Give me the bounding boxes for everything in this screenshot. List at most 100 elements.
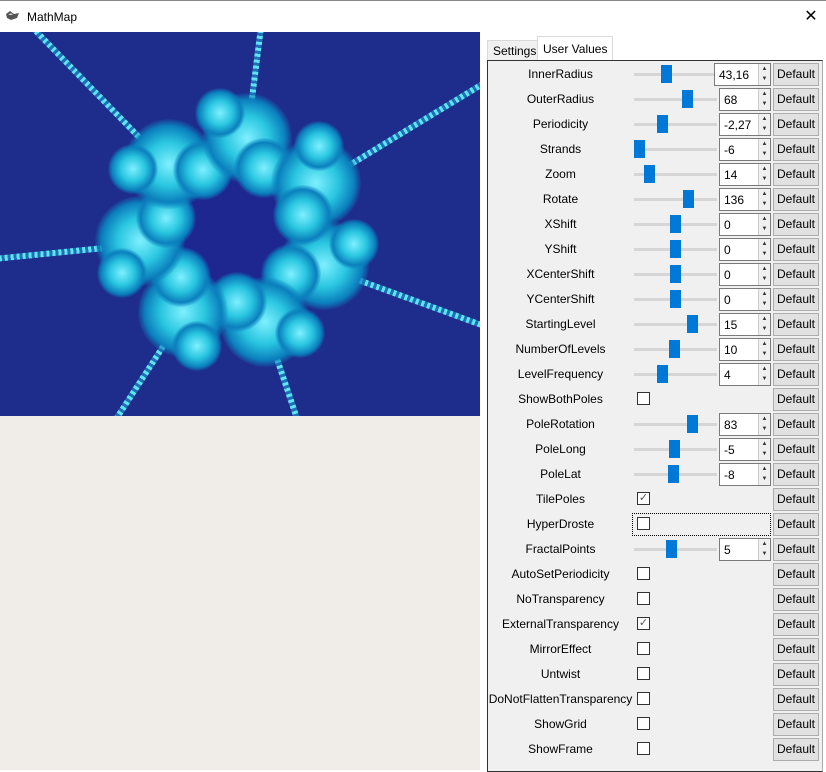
param-spinner[interactable]: 14 ▲ ▼: [719, 163, 771, 186]
default-button[interactable]: Default: [773, 138, 819, 161]
param-spinner[interactable]: 68 ▲ ▼: [719, 88, 771, 111]
spinner-arrows-icon[interactable]: ▲ ▼: [758, 214, 770, 235]
param-slider[interactable]: [634, 90, 717, 108]
param-slider[interactable]: [634, 315, 717, 333]
default-button[interactable]: Default: [773, 288, 819, 311]
spinner-value[interactable]: 0: [724, 218, 731, 232]
param-checkbox[interactable]: [637, 717, 650, 730]
spinner-value[interactable]: 136: [724, 193, 744, 207]
default-button[interactable]: Default: [773, 338, 819, 361]
param-checkbox[interactable]: [637, 592, 650, 605]
tab-settings[interactable]: Settings: [487, 40, 543, 62]
default-button[interactable]: Default: [773, 413, 819, 436]
default-button[interactable]: Default: [773, 738, 819, 761]
spinner-value[interactable]: 0: [724, 293, 731, 307]
slider-thumb[interactable]: [670, 290, 681, 308]
default-button[interactable]: Default: [773, 163, 819, 186]
spinner-arrows-icon[interactable]: ▲ ▼: [758, 464, 770, 485]
spinner-arrows-icon[interactable]: ▲ ▼: [758, 439, 770, 460]
spinner-value[interactable]: 5: [724, 543, 731, 557]
spinner-value[interactable]: 68: [724, 93, 737, 107]
param-slider[interactable]: [634, 65, 717, 83]
spinner-arrows-icon[interactable]: ▲ ▼: [758, 114, 770, 135]
spinner-value[interactable]: 43,16: [719, 68, 749, 82]
param-spinner[interactable]: 4 ▲ ▼: [719, 363, 771, 386]
default-button[interactable]: Default: [773, 263, 819, 286]
param-spinner[interactable]: 83 ▲ ▼: [719, 413, 771, 436]
spinner-value[interactable]: 4: [724, 368, 731, 382]
param-slider[interactable]: [634, 290, 717, 308]
param-slider[interactable]: [634, 140, 717, 158]
spinner-value[interactable]: -5: [724, 443, 735, 457]
default-button[interactable]: Default: [773, 663, 819, 686]
close-button[interactable]: ✕: [796, 1, 826, 33]
default-button[interactable]: Default: [773, 363, 819, 386]
slider-thumb[interactable]: [670, 265, 681, 283]
slider-thumb[interactable]: [657, 115, 669, 133]
spinner-value[interactable]: -2,27: [724, 118, 751, 132]
param-spinner[interactable]: 0 ▲ ▼: [719, 263, 771, 286]
param-spinner[interactable]: 0 ▲ ▼: [719, 238, 771, 261]
param-slider[interactable]: [634, 215, 717, 233]
default-button[interactable]: Default: [773, 238, 819, 261]
spinner-value[interactable]: 14: [724, 168, 737, 182]
param-checkbox[interactable]: [637, 667, 650, 680]
param-spinner[interactable]: 43,16 ▲ ▼: [714, 63, 771, 86]
spinner-value[interactable]: -6: [724, 143, 735, 157]
slider-thumb[interactable]: [670, 215, 681, 233]
slider-thumb[interactable]: [686, 315, 698, 333]
default-button[interactable]: Default: [773, 313, 819, 336]
spinner-value[interactable]: 83: [724, 418, 737, 432]
tab-user-values[interactable]: User Values: [537, 36, 614, 61]
spinner-arrows-icon[interactable]: ▲ ▼: [758, 539, 770, 560]
spinner-value[interactable]: 0: [724, 268, 731, 282]
param-checkbox[interactable]: ✓: [637, 492, 650, 505]
spinner-value[interactable]: 15: [724, 318, 737, 332]
default-button[interactable]: Default: [773, 563, 819, 586]
param-slider[interactable]: [634, 365, 717, 383]
spinner-value[interactable]: -8: [724, 468, 735, 482]
spinner-arrows-icon[interactable]: ▲ ▼: [758, 64, 770, 85]
slider-thumb[interactable]: [666, 540, 678, 558]
slider-thumb[interactable]: [644, 165, 656, 183]
param-slider[interactable]: [634, 340, 717, 358]
default-button[interactable]: Default: [773, 613, 819, 636]
default-button[interactable]: Default: [773, 188, 819, 211]
param-slider[interactable]: [634, 165, 717, 183]
spinner-arrows-icon[interactable]: ▲ ▼: [758, 339, 770, 360]
param-checkbox[interactable]: [637, 567, 650, 580]
param-checkbox[interactable]: ✓: [637, 617, 650, 630]
default-button[interactable]: Default: [773, 463, 819, 486]
default-button[interactable]: Default: [773, 588, 819, 611]
default-button[interactable]: Default: [773, 713, 819, 736]
slider-thumb[interactable]: [668, 340, 680, 358]
spinner-arrows-icon[interactable]: ▲ ▼: [758, 139, 770, 160]
default-button[interactable]: Default: [773, 688, 819, 711]
param-checkbox[interactable]: [637, 642, 650, 655]
slider-thumb[interactable]: [682, 190, 694, 208]
spinner-arrows-icon[interactable]: ▲ ▼: [758, 289, 770, 310]
param-spinner[interactable]: -5 ▲ ▼: [719, 438, 771, 461]
default-button[interactable]: Default: [773, 638, 819, 661]
param-slider[interactable]: [634, 265, 717, 283]
param-spinner[interactable]: 10 ▲ ▼: [719, 338, 771, 361]
param-checkbox[interactable]: [637, 392, 650, 405]
spinner-arrows-icon[interactable]: ▲ ▼: [758, 164, 770, 185]
slider-thumb[interactable]: [657, 365, 669, 383]
param-spinner[interactable]: 0 ▲ ▼: [719, 213, 771, 236]
default-button[interactable]: Default: [773, 438, 819, 461]
slider-thumb[interactable]: [661, 65, 673, 83]
slider-thumb[interactable]: [686, 415, 698, 433]
param-slider[interactable]: [634, 190, 717, 208]
param-spinner[interactable]: 0 ▲ ▼: [719, 288, 771, 311]
spinner-arrows-icon[interactable]: ▲ ▼: [758, 239, 770, 260]
default-button[interactable]: Default: [773, 213, 819, 236]
spinner-arrows-icon[interactable]: ▲ ▼: [758, 364, 770, 385]
default-button[interactable]: Default: [773, 88, 819, 111]
param-spinner[interactable]: 136 ▲ ▼: [719, 188, 771, 211]
spinner-arrows-icon[interactable]: ▲ ▼: [758, 414, 770, 435]
param-checkbox[interactable]: [637, 692, 650, 705]
spinner-arrows-icon[interactable]: ▲ ▼: [758, 89, 770, 110]
param-spinner[interactable]: -6 ▲ ▼: [719, 138, 771, 161]
param-checkbox[interactable]: [637, 742, 650, 755]
